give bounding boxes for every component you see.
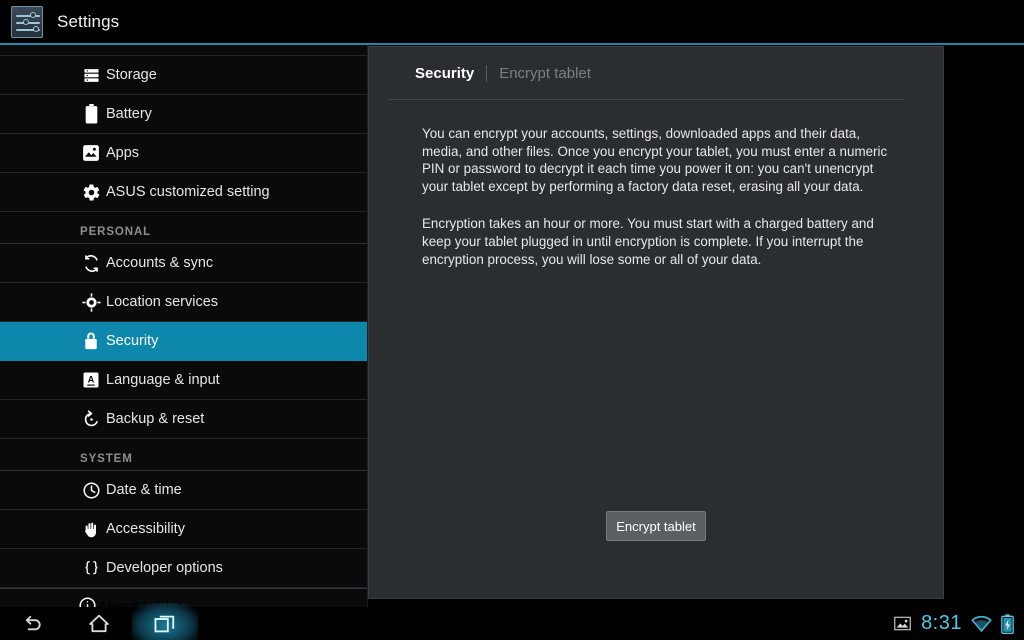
recent-apps-button[interactable] <box>132 607 198 640</box>
location-icon <box>80 291 102 313</box>
sidebar-item-label: Date & time <box>106 482 182 498</box>
info-circle-icon <box>78 596 97 608</box>
tablet-screen: Settings Display <box>0 0 1024 640</box>
breadcrumb: Security Encrypt tablet <box>369 47 915 99</box>
sidebar-item-accounts-sync[interactable]: Accounts & sync <box>0 244 367 283</box>
sidebar-item-asus-customized-setting[interactable]: ASUS customized setting <box>0 173 367 212</box>
section-header-system: SYSTEM <box>0 439 367 471</box>
title-bar: Settings <box>0 0 1024 43</box>
status-area[interactable]: 8:31 <box>893 607 1014 640</box>
encryption-description-paragraph-1: You can encrypt your accounts, settings,… <box>369 125 943 195</box>
sidebar-item-storage[interactable]: Storage <box>0 56 367 95</box>
section-header-personal: PERSONAL <box>0 212 367 244</box>
breadcrumb-current: Encrypt tablet <box>499 65 591 82</box>
battery-icon <box>80 103 102 125</box>
wifi-icon <box>971 614 992 633</box>
image-icon <box>893 614 912 633</box>
app-title: Settings <box>57 12 119 32</box>
sidebar-item-display[interactable]: Display <box>0 44 367 56</box>
home-button[interactable] <box>66 607 132 640</box>
lock-icon <box>80 330 102 352</box>
sidebar-item-battery[interactable]: Battery <box>0 95 367 134</box>
sync-icon <box>80 252 102 274</box>
home-icon <box>86 611 112 637</box>
storage-icon <box>80 64 102 86</box>
sidebar-item-location-services[interactable]: Location services <box>0 283 367 322</box>
accent-line <box>0 43 1024 45</box>
sidebar-item-accessibility[interactable]: Accessibility <box>0 510 367 549</box>
encryption-description-paragraph-2: Encryption takes an hour or more. You mu… <box>369 215 943 268</box>
sidebar-item-label: Storage <box>106 67 157 83</box>
restore-icon <box>80 408 102 430</box>
status-clock: 8:31 <box>921 612 962 635</box>
hand-icon <box>80 518 102 540</box>
recent-apps-icon <box>152 611 178 637</box>
system-navigation-bar: 8:31 <box>0 607 1024 640</box>
sidebar-item-language-input[interactable]: A Language & input <box>0 361 367 400</box>
breadcrumb-parent[interactable]: Security <box>415 65 474 82</box>
content-panel: Security Encrypt tablet You can encrypt … <box>368 46 944 599</box>
back-button[interactable] <box>0 607 66 640</box>
sidebar-item-apps[interactable]: Apps <box>0 134 367 173</box>
sidebar-item-date-time[interactable]: Date & time <box>0 471 367 510</box>
breadcrumb-underline <box>389 99 905 100</box>
braces-icon <box>80 557 102 579</box>
encrypt-tablet-button[interactable]: Encrypt tablet <box>606 511 706 541</box>
sidebar-item-security[interactable]: Security <box>0 322 367 361</box>
svg-text:A: A <box>88 375 95 385</box>
clock-icon <box>80 479 102 501</box>
battery-charging-icon <box>1001 614 1014 634</box>
settings-sliders-icon <box>11 6 43 38</box>
sidebar-item-label: Apps <box>106 145 139 161</box>
breadcrumb-separator <box>486 65 487 82</box>
apps-icon <box>80 142 102 164</box>
sidebar-item-backup-reset[interactable]: Backup & reset <box>0 400 367 439</box>
sidebar-item-label: Developer options <box>106 560 223 576</box>
back-arrow-icon <box>20 611 46 637</box>
sidebar-item-label: Security <box>106 333 158 349</box>
sidebar-item-label: ASUS customized setting <box>106 184 270 200</box>
sidebar-item-label: Backup & reset <box>106 411 204 427</box>
settings-sidebar[interactable]: Display Storage Battery <box>0 44 367 607</box>
sidebar-item-developer-options[interactable]: Developer options <box>0 549 367 588</box>
sidebar-item-label: Location services <box>106 294 218 310</box>
sidebar-item-label: Accounts & sync <box>106 255 213 271</box>
sidebar-item-label: Battery <box>106 106 152 122</box>
sidebar-item-label: Accessibility <box>106 521 185 537</box>
gear-icon <box>80 181 102 203</box>
sidebar-item-label: Language & input <box>106 372 220 388</box>
keyboard-a-icon: A <box>80 369 102 391</box>
